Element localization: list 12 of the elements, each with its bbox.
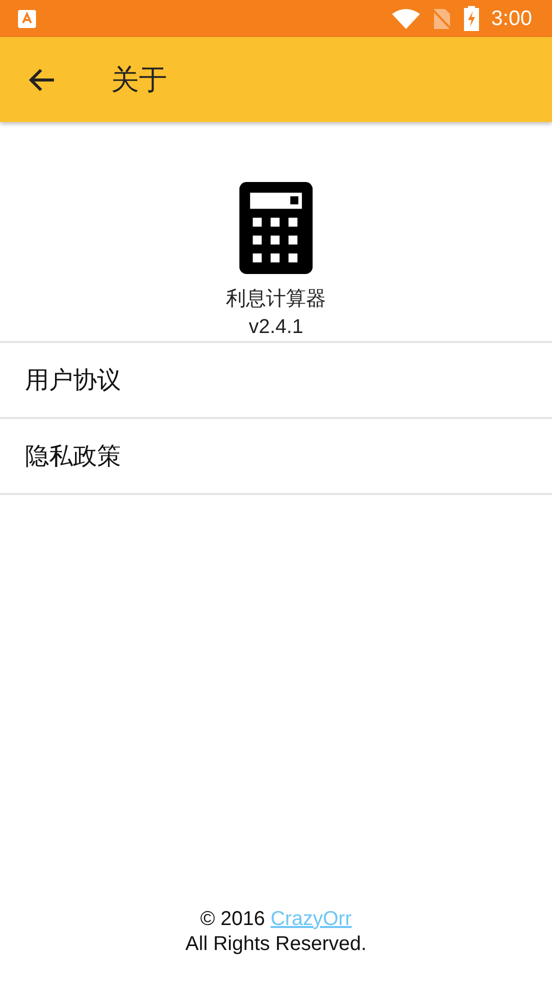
- app-notification-icon: [18, 10, 36, 28]
- copyright-text: © 2016 CrazyOrr: [200, 907, 352, 932]
- wifi-icon: [392, 8, 420, 29]
- screen-title: 关于: [111, 62, 167, 98]
- battery-charging-icon: [464, 6, 480, 31]
- menu-item[interactable]: 隐私政策: [0, 419, 552, 495]
- menu-item[interactable]: 用户协议: [0, 343, 552, 419]
- app-name: 利息计算器: [226, 287, 326, 312]
- app-version: v2.4.1: [248, 315, 304, 340]
- no-sim-icon: [432, 8, 452, 30]
- rights-text: All Rights Reserved.: [185, 932, 367, 957]
- status-time: 3:00: [491, 6, 532, 30]
